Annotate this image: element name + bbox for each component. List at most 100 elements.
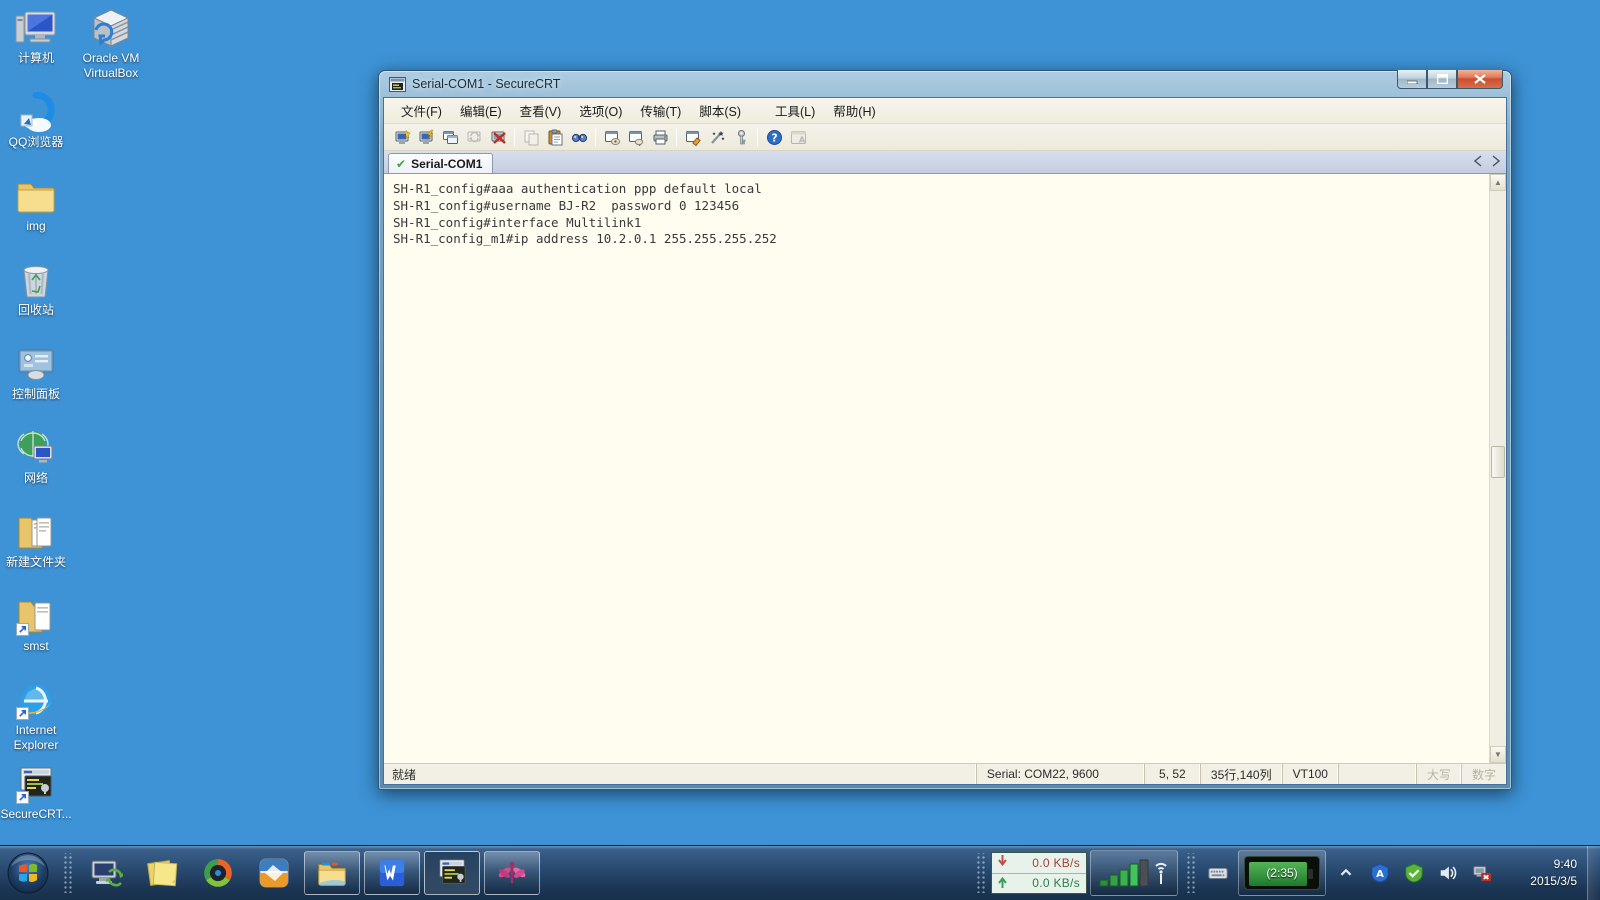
scroll-down-icon[interactable]: ▼: [1490, 746, 1506, 763]
tab-scroll-right-icon[interactable]: [1492, 155, 1500, 167]
about-icon[interactable]: A: [787, 126, 809, 148]
desktop-icon-computer[interactable]: 计算机: [2, 8, 70, 66]
start-button[interactable]: [6, 851, 50, 895]
tray-grip[interactable]: [975, 853, 987, 893]
desktop-icon-virtualbox[interactable]: Oracle VM VirtualBox: [74, 8, 148, 81]
keyboard-layout-icon[interactable]: [1206, 861, 1230, 885]
desktop-icon-securecrt[interactable]: SecureCRT...: [0, 764, 72, 822]
connected-check-icon: ✔: [396, 156, 407, 171]
desktop-icon-control-panel[interactable]: 控制面板: [2, 344, 70, 402]
connect-in-tab-icon[interactable]: [439, 126, 461, 148]
session-options-icon[interactable]: [682, 126, 704, 148]
battery-widget[interactable]: (2:35): [1238, 850, 1326, 896]
upload-speed-value: 0.0 KB/s: [1032, 876, 1080, 891]
taskbar-button-explorer[interactable]: [304, 851, 360, 895]
global-options-icon[interactable]: [706, 126, 728, 148]
desktop-icon-label: Oracle VM VirtualBox: [82, 51, 140, 80]
shortcut-arrow-icon: [16, 707, 29, 720]
show-hidden-icons-button[interactable]: [1334, 861, 1358, 885]
keygen-icon[interactable]: [730, 126, 752, 148]
taskbar-button-wps-writer[interactable]: [364, 851, 420, 895]
menu-script[interactable]: 脚本(S): [690, 97, 750, 124]
green-shield-tray-icon[interactable]: [1402, 861, 1426, 885]
download-speed-row: 0.0 KB/s: [992, 853, 1086, 873]
show-desktop-button[interactable]: [1587, 845, 1600, 900]
taskbar-button-securecrt[interactable]: [424, 851, 480, 895]
desktop-icon-network[interactable]: 网络: [2, 428, 70, 486]
window-titlebar[interactable]: Serial-COM1 - SecureCRT: [383, 70, 1507, 97]
tab-serial-com1[interactable]: ✔ Serial-COM1: [388, 153, 494, 173]
desktop-icon-new-folder[interactable]: 新建文件夹: [2, 512, 70, 570]
taskbar-icon-media-player[interactable]: [197, 852, 239, 894]
battery-cap: [1308, 869, 1313, 879]
desktop-icon-label: 新建文件夹: [5, 555, 66, 569]
print-icon[interactable]: [649, 126, 671, 148]
minimize-button[interactable]: [1397, 70, 1427, 89]
menu-help[interactable]: 帮助(H): [824, 97, 884, 124]
desktop-icon-img[interactable]: img: [2, 176, 70, 234]
connect-icon[interactable]: [415, 126, 437, 148]
status-caps-lock: 大写: [1415, 764, 1461, 784]
close-button[interactable]: [1457, 70, 1503, 89]
reconnect-icon[interactable]: [463, 126, 485, 148]
desktop-icon-label: 回收站: [17, 303, 54, 317]
menu-view[interactable]: 查看(V): [511, 97, 571, 124]
transfer-icon[interactable]: [625, 126, 647, 148]
scroll-up-icon[interactable]: ▲: [1490, 174, 1506, 191]
upload-arrow-icon: [998, 876, 1007, 891]
disconnect-icon[interactable]: [487, 126, 509, 148]
folder-shortcut-icon: [15, 596, 57, 636]
statusbar: 就绪 Serial: COM22, 9600 5, 52 35行,140列 VT…: [384, 763, 1506, 784]
menu-tools[interactable]: 工具(L): [766, 97, 824, 124]
vertical-scrollbar[interactable]: ▲ ▼: [1489, 174, 1506, 763]
taskbar-icon-remote-desktop[interactable]: [85, 852, 127, 894]
desktop: 计算机 Oracle VM VirtualBox QQ浏览器 img 回收站 控…: [0, 0, 1600, 900]
find-icon[interactable]: [568, 126, 590, 148]
menu-file[interactable]: 文件(F): [392, 97, 451, 124]
desktop-icon-smst[interactable]: smst: [2, 596, 70, 654]
device-error-tray-icon[interactable]: [1470, 861, 1494, 885]
svg-text:A: A: [1376, 869, 1384, 880]
control-panel-icon: [15, 344, 57, 384]
maximize-button[interactable]: [1427, 70, 1457, 89]
terminal-text[interactable]: SH-R1_config#aaa authentication ppp defa…: [384, 174, 1489, 763]
status-num-lock: 数字: [1460, 764, 1506, 784]
menu-options[interactable]: 选项(O): [570, 97, 631, 124]
taskbar-grip[interactable]: [62, 853, 74, 893]
desktop-icon-internet-explorer[interactable]: Internet Explorer: [2, 680, 70, 753]
scrollbar-track[interactable]: [1490, 191, 1506, 746]
tab-scroll-arrows: [1474, 155, 1500, 167]
tray-grip-2[interactable]: [1185, 853, 1197, 893]
signal-strength-widget[interactable]: [1090, 850, 1178, 896]
toolbar-separator: [514, 128, 515, 146]
security-a-tray-icon[interactable]: A: [1368, 861, 1392, 885]
clock-date: 2015/3/5: [1530, 874, 1577, 888]
volume-tray-icon[interactable]: [1436, 861, 1460, 885]
help-icon[interactable]: ?: [763, 126, 785, 148]
taskbar-icon-vmware[interactable]: [253, 852, 295, 894]
quick-connect-icon[interactable]: [391, 126, 413, 148]
terminal-area: SH-R1_config#aaa authentication ppp defa…: [384, 174, 1506, 763]
paste-icon[interactable]: [544, 126, 566, 148]
network-speed-widget[interactable]: 0.0 KB/s 0.0 KB/s: [991, 852, 1087, 894]
toolbar-separator: [757, 128, 758, 146]
status-ready: 就绪: [392, 767, 417, 782]
tab-scroll-left-icon[interactable]: [1474, 155, 1482, 167]
scrollbar-thumb[interactable]: [1491, 446, 1505, 479]
taskbar-icon-sticky-notes[interactable]: [141, 852, 183, 894]
copy-icon[interactable]: [520, 126, 542, 148]
menu-transfer[interactable]: 传输(T): [631, 97, 690, 124]
taskbar: 0.0 KB/s 0.0 KB/s (2:35) A 9:40 2015/3/5: [0, 845, 1600, 900]
desktop-icon-recycle-bin[interactable]: 回收站: [2, 260, 70, 318]
computer-icon: [15, 8, 57, 48]
shortcut-arrow-icon: [16, 791, 29, 804]
desktop-icon-label: SecureCRT...: [0, 807, 72, 821]
qq-browser-icon: [15, 92, 57, 132]
session-log-icon[interactable]: [601, 126, 623, 148]
desktop-icon-qq-browser[interactable]: QQ浏览器: [2, 92, 70, 150]
clock[interactable]: 9:40 2015/3/5: [1505, 856, 1577, 890]
taskbar-button-dragonfly[interactable]: [484, 851, 540, 895]
status-terminal-size: 35行,140列: [1199, 764, 1282, 784]
tabbar: ✔ Serial-COM1: [384, 151, 1506, 174]
menu-edit[interactable]: 编辑(E): [451, 97, 511, 124]
